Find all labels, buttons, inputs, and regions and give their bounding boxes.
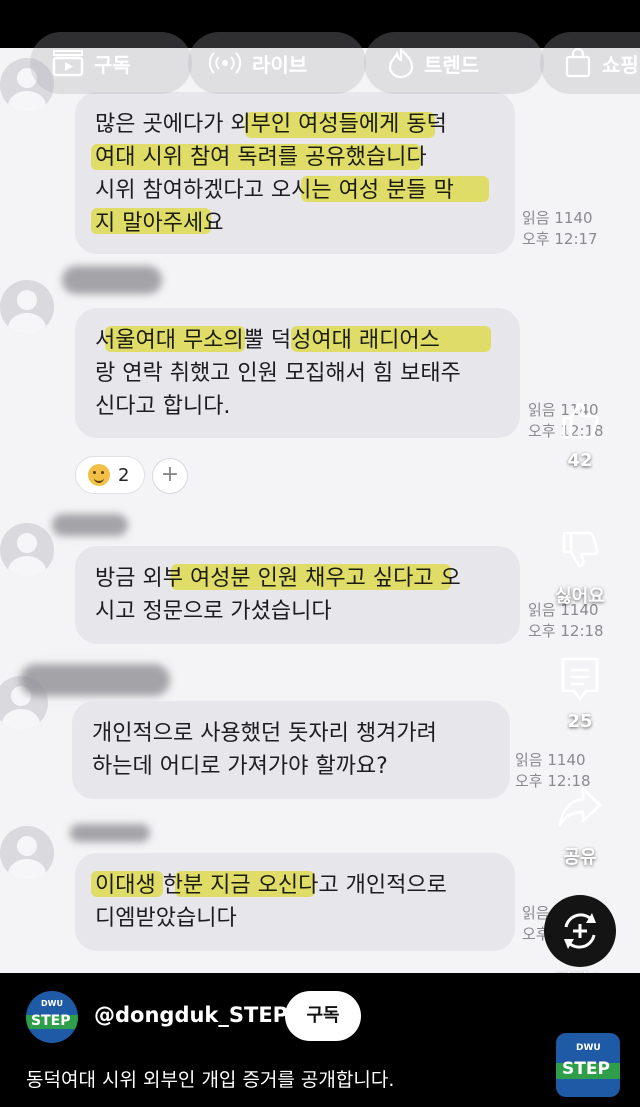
dislike-label: 싫어요 — [555, 586, 605, 607]
redacted-name — [52, 514, 128, 536]
redacted-name — [20, 664, 170, 696]
top-nav: 구독 라이브 트렌드 쇼핑 — [0, 30, 640, 96]
comment-icon — [561, 657, 599, 701]
avatar — [0, 826, 54, 880]
tab-label: 구독 — [94, 52, 131, 77]
timestamp: 오후 12:18 — [528, 622, 604, 640]
thumbs-down-icon — [562, 531, 599, 568]
message-line: 시고 정문으로 가셨습니다 — [95, 599, 332, 624]
reaction-chip[interactable]: 2 — [75, 456, 145, 494]
chat-bubble: 개인적으로 사용했던 돗자리 챙겨가려 하는데 어디로 가져가야 할까요? — [72, 701, 510, 799]
read-count: 읽음 1140 — [522, 209, 593, 227]
shopping-bag-icon — [565, 48, 591, 78]
like-button[interactable]: 42 — [520, 398, 640, 471]
tab-label: 쇼핑 — [602, 52, 639, 77]
message-line: 디엠받았습니다 — [95, 906, 237, 931]
channel-handle[interactable]: @dongduk_STEP — [94, 1003, 288, 1027]
tab-subscriptions[interactable]: 구독 — [30, 32, 192, 94]
tab-trending[interactable]: 트렌드 — [364, 32, 544, 94]
shorts-screen: 많은 곳에다가 외부인 여성들에게 동덕 여대 시위 참여 독려를 공유했습니다… — [0, 0, 640, 1107]
message-line: 랑 연락 취했고 인원 모집해서 힘 보태주 — [95, 361, 461, 386]
logo-big-text: STEP — [31, 1013, 71, 1029]
message-line: 신다고 합니다. — [95, 394, 231, 419]
video-title[interactable]: 동덕여대 시위 외부인 개입 증거를 공개합니다. — [26, 1065, 394, 1092]
message-line: 하는데 어디로 가져가야 할까요? — [92, 754, 388, 779]
redacted-name — [70, 824, 150, 842]
subscriptions-icon — [52, 50, 84, 77]
logo-big-text: STEP — [562, 1059, 610, 1079]
comment-count: 25 — [567, 711, 593, 732]
tab-label: 트렌드 — [424, 52, 480, 77]
channel-avatar[interactable]: DWU STEP — [26, 991, 78, 1043]
chat-bubble: 많은 곳에다가 외부인 여성들에게 동덕 여대 시위 참여 독려를 공유했습니다… — [75, 92, 515, 254]
share-button[interactable]: 공유 — [520, 785, 640, 869]
trending-icon — [388, 48, 414, 78]
timestamp: 오후 12:17 — [522, 230, 598, 248]
logo-small-text: DWU — [41, 999, 63, 1008]
remix-icon — [564, 913, 596, 949]
thumbs-up-icon — [562, 402, 599, 439]
message-meta: 읽음 1140 오후 12:17 — [522, 208, 598, 250]
sound-thumbnail[interactable]: DWU STEP — [556, 1033, 620, 1097]
logo-small-text: DWU — [576, 1043, 601, 1053]
live-icon — [208, 52, 242, 74]
tab-label: 라이브 — [252, 52, 308, 77]
emoji-icon — [88, 464, 110, 486]
reaction-count: 2 — [118, 464, 130, 486]
avatar — [0, 523, 54, 577]
chat-bubble: 서울여대 무소의뿔 덕성여대 래디어스 랑 연락 취했고 인원 모집해서 힘 보… — [75, 308, 520, 438]
redacted-name — [62, 266, 162, 294]
comments-button[interactable]: 25 — [520, 655, 640, 732]
subscribe-button[interactable]: 구독 — [285, 991, 361, 1041]
share-label: 공유 — [563, 847, 597, 868]
read-count: 읽음 1140 — [515, 751, 586, 769]
like-count: 42 — [567, 450, 593, 471]
tab-live[interactable]: 라이브 — [188, 32, 366, 94]
chat-bubble: 방금 외부 여성분 인원 채우고 싶다고 오 시고 정문으로 가셨습니다 — [75, 546, 520, 644]
chat-bubble: 이대생 한분 지금 오신다고 개인적으로 디엠받았습니다 — [75, 853, 515, 951]
avatar — [0, 280, 54, 334]
share-icon — [558, 787, 602, 827]
add-reaction-button[interactable]: + — [152, 458, 188, 494]
message-line: 개인적으로 사용했던 돗자리 챙겨가려 — [92, 721, 437, 746]
video-info: DWU STEP @dongduk_STEP 구독 동덕여대 시위 외부인 개입… — [0, 973, 640, 1107]
dislike-button[interactable]: 싫어요 — [520, 528, 640, 608]
tab-shopping[interactable]: 쇼핑 — [540, 32, 640, 94]
